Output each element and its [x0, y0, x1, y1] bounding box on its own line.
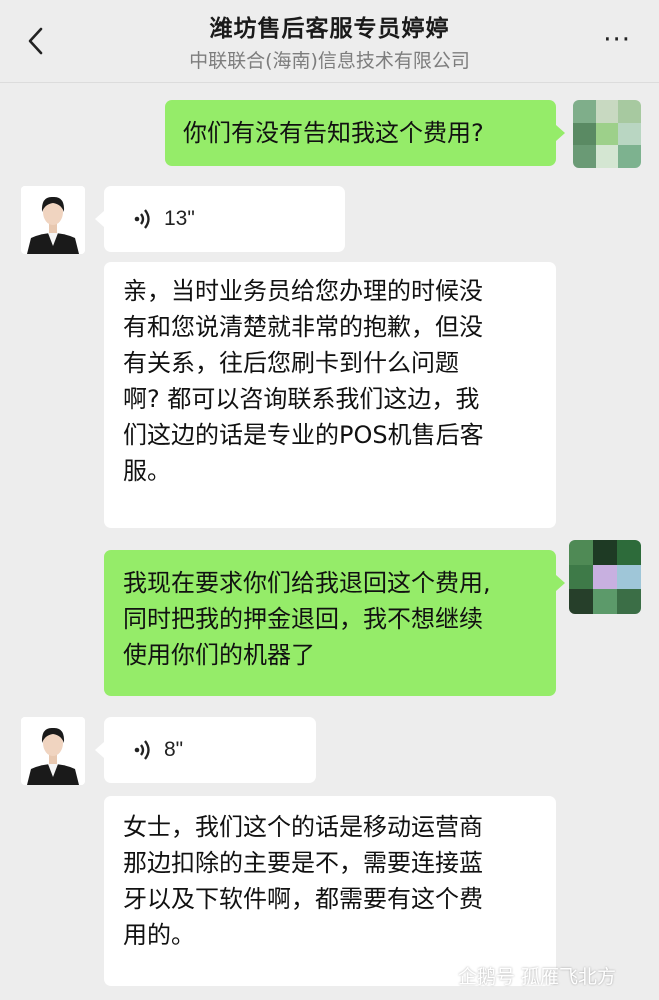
message-line: 我现在要求你们给我退回这个费用,	[123, 569, 491, 597]
voice-duration: 8"	[164, 738, 184, 761]
voice-message[interactable]: 13"	[104, 186, 345, 252]
message-line: 牙以及下软件啊，都需要有这个费	[123, 885, 483, 913]
chat-header: 潍坊售后客服专员婷婷 中联联合(海南)信息技术有限公司 ···	[0, 0, 659, 83]
message-line: 啊? 都可以咨询联系我们这边，我	[123, 385, 480, 413]
message-bubble-outgoing[interactable]: 我现在要求你们给我退回这个费用, 同时把我的押金退回，我不想继续 使用你们的机器…	[104, 550, 556, 696]
agent-avatar-image	[21, 717, 85, 785]
message-bubble-incoming[interactable]: 女士，我们这个的话是移动运营商 那边扣除的主要是不，需要连接蓝 牙以及下软件啊，…	[104, 796, 556, 986]
message-line: 服。	[123, 457, 171, 485]
penguin-logo-icon	[430, 968, 452, 984]
message-line: 有和您说清楚就非常的抱歉，但没	[123, 313, 483, 341]
chat-subtitle: 中联联合(海南)信息技术有限公司	[189, 50, 470, 72]
agent-avatar[interactable]	[21, 186, 85, 254]
agent-avatar-image	[21, 186, 85, 254]
agent-avatar[interactable]	[21, 717, 85, 785]
voice-wave-icon	[134, 740, 150, 760]
message-line: 那边扣除的主要是不，需要连接蓝	[123, 849, 483, 877]
my-avatar[interactable]	[569, 540, 641, 614]
message-line: 同时把我的押金退回，我不想继续	[123, 605, 483, 633]
message-text: 你们有没有告知我这个费用?	[183, 119, 484, 147]
message-line: 女士，我们这个的话是移动运营商	[123, 813, 483, 841]
watermark-text: 企鹅号 孤雁飞北方	[458, 966, 617, 988]
message-line: 使用你们的机器了	[123, 641, 315, 669]
bubble-tail	[95, 211, 104, 227]
message-bubble-incoming[interactable]: 亲，当时业务员给您办理的时候没 有和您说清楚就非常的抱歉，但没 有关系，往后您刷…	[104, 262, 556, 528]
watermark: 企鹅号 孤雁飞北方	[430, 962, 616, 989]
bubble-tail	[556, 125, 565, 141]
chat-title: 潍坊售后客服专员婷婷	[209, 16, 450, 42]
voice-duration: 13"	[164, 207, 195, 230]
message-line: 有关系，往后您刷卡到什么问题	[123, 349, 459, 377]
message-line: 亲，当时业务员给您办理的时候没	[123, 277, 483, 305]
message-bubble-outgoing[interactable]: 你们有没有告知我这个费用?	[165, 100, 556, 166]
more-options-icon[interactable]: ···	[603, 27, 631, 53]
message-line: 们这边的话是专业的POS机售后客	[123, 421, 484, 449]
voice-message[interactable]: 8"	[104, 717, 316, 783]
voice-wave-icon	[134, 209, 150, 229]
my-avatar[interactable]	[573, 100, 641, 168]
bubble-tail	[95, 742, 104, 758]
bubble-tail	[556, 575, 565, 591]
message-line: 用的。	[123, 921, 195, 949]
